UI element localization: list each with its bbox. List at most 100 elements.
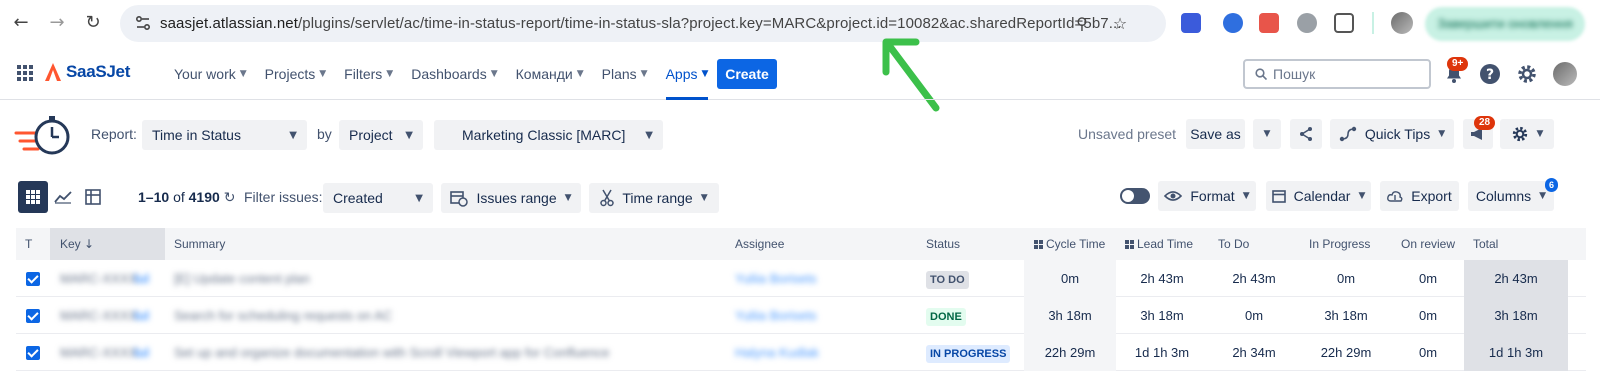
in-progress-cell: 0m — [1336, 271, 1356, 286]
chevron-down-icon: ▼ — [289, 129, 297, 141]
header-total[interactable]: Total — [1473, 228, 1498, 260]
header-assignee[interactable]: Assignee — [735, 228, 784, 260]
issue-link-icon[interactable]: lul — [134, 297, 149, 334]
zoom-search-icon[interactable]: ⚲ — [1072, 14, 1092, 34]
project-value: Marketing Classic [MARC] — [462, 127, 626, 143]
chart-view-button[interactable] — [48, 181, 78, 213]
refresh-icon[interactable]: ↻ — [224, 190, 236, 206]
drag-handle-icon — [1034, 240, 1043, 249]
forward-icon[interactable]: → — [46, 12, 68, 34]
row-checkbox[interactable] — [26, 346, 40, 360]
header-status[interactable]: Status — [926, 228, 960, 260]
sort-arrow-icon: ↓ — [84, 237, 95, 251]
time-range-button[interactable]: Time range ▼ — [589, 183, 719, 213]
address-bar[interactable]: saasjet.atlassian.net/plugins/servlet/ac… — [120, 5, 1166, 42]
nav-filters[interactable]: Filters ▼ — [344, 48, 393, 100]
back-icon[interactable]: ← — [10, 12, 32, 34]
toggle-switch[interactable] — [1120, 188, 1150, 204]
extension-gear-icon[interactable] — [1297, 13, 1317, 33]
issue-key[interactable]: MARC-XXXX — [60, 334, 137, 371]
issue-key[interactable]: MARC-XXXX — [60, 297, 137, 334]
report-toolbar: Report: Time in Status ▼ by Project ▼ Mark… — [0, 101, 1600, 171]
in-progress-cell: 3h 18m — [1324, 308, 1368, 323]
header-key[interactable]: Key ↓ — [50, 228, 165, 260]
report-type-select[interactable]: Time in Status ▼ — [142, 120, 307, 150]
issue-link-icon[interactable]: lul — [134, 334, 149, 371]
row-checkbox[interactable] — [26, 272, 40, 286]
format-button[interactable]: Format ▼ — [1158, 181, 1256, 211]
site-settings-icon[interactable] — [134, 14, 152, 32]
chevron-down-icon: ▼ — [576, 69, 584, 79]
format-label: Format — [1190, 188, 1235, 204]
update-browser-button[interactable]: Завершити оновлення — [1425, 7, 1585, 41]
quick-tips-button[interactable]: Quick Tips ▼ — [1330, 119, 1454, 149]
help-icon[interactable]: ? — [1479, 63, 1501, 85]
extension-check-icon[interactable] — [1223, 13, 1243, 33]
nav-your-work[interactable]: Your work ▼ — [174, 48, 247, 100]
group-by-select[interactable]: Project ▼ — [339, 120, 423, 150]
create-button[interactable]: Create — [717, 59, 777, 89]
extensions-puzzle-icon[interactable] — [1334, 13, 1354, 33]
settings-gear-icon[interactable] — [1516, 63, 1538, 85]
nav-teams[interactable]: Команди ▼ — [516, 48, 584, 100]
header-on-review[interactable]: On review — [1401, 228, 1455, 260]
issues-range-button[interactable]: Issues range ▼ — [441, 183, 581, 213]
header-cycle-time[interactable]: Cycle Time — [1034, 228, 1105, 260]
result-count: 1–10 of 4190 ↻ — [138, 189, 236, 206]
reload-icon[interactable]: ↻ — [82, 12, 104, 34]
url-text[interactable]: saasjet.atlassian.net/plugins/servlet/ac… — [160, 15, 1122, 32]
issue-assignee[interactable]: Yuliia Borisets — [735, 297, 817, 334]
profile-avatar[interactable] — [1391, 12, 1413, 34]
calendar-button[interactable]: Calendar ▼ — [1266, 181, 1371, 211]
row-checkbox[interactable] — [26, 309, 40, 323]
project-select[interactable]: Marketing Classic [MARC] ▼ — [434, 120, 663, 150]
chevron-down-icon: ▼ — [1242, 191, 1250, 201]
pivot-view-button[interactable] — [78, 181, 108, 213]
issue-summary[interactable]: [E] Update content plan — [174, 260, 310, 297]
search-input[interactable]: Пошук — [1243, 59, 1431, 89]
table-row[interactable]: MARC-XXXX lul [E] Update content plan Yu… — [16, 260, 1586, 297]
nav-plans[interactable]: Plans ▼ — [602, 48, 648, 100]
header-lead-time[interactable]: Lead Time — [1125, 228, 1193, 260]
chevron-down-icon: ▼ — [1536, 129, 1544, 139]
header-to-do[interactable]: To Do — [1218, 228, 1249, 260]
bookmark-star-icon[interactable]: ☆ — [1110, 14, 1130, 34]
issue-summary[interactable]: Search for scheduling requests on AC — [174, 297, 392, 334]
report-settings-button[interactable]: ▼ — [1500, 119, 1554, 149]
chevron-down-icon: ▼ — [239, 69, 247, 79]
extension-mail-icon[interactable] — [1259, 13, 1279, 33]
report-label: Report: — [91, 126, 137, 142]
user-avatar[interactable] — [1553, 62, 1577, 86]
grid-view-button[interactable] — [18, 181, 48, 213]
preset-status: Unsaved preset — [1078, 126, 1177, 142]
chevron-down-icon: ▼ — [701, 69, 709, 79]
cloud-upload-icon — [1387, 191, 1403, 202]
issue-summary[interactable]: Set up and organize documentation with S… — [174, 334, 610, 371]
save-options-button[interactable]: ▼ — [1253, 119, 1281, 149]
export-button[interactable]: Export — [1380, 181, 1459, 211]
chevron-down-icon: ▼ — [319, 69, 327, 79]
issue-link-icon[interactable]: lul — [134, 260, 149, 297]
share-button[interactable] — [1290, 119, 1322, 149]
update-browser-label: Завершити оновлення — [1437, 16, 1573, 31]
table-row[interactable]: MARC-XXXX lul Set up and organize docume… — [16, 334, 1586, 371]
header-in-progress[interactable]: In Progress — [1309, 228, 1370, 260]
issue-assignee[interactable]: Yuliia Borisets — [735, 260, 817, 297]
nav-dashboards[interactable]: Dashboards ▼ — [411, 48, 497, 100]
header-type[interactable]: T — [25, 228, 32, 260]
table-row[interactable]: MARC-XXXX lul Search for scheduling requ… — [16, 297, 1586, 334]
time-range-label: Time range — [622, 190, 693, 206]
columns-button[interactable]: Columns ▼ — [1468, 181, 1554, 211]
filter-field-select[interactable]: Created ▼ — [323, 183, 433, 213]
nav-apps[interactable]: Apps ▼ — [665, 48, 709, 100]
site-logo[interactable]: SaaSJet — [44, 62, 130, 82]
app-switcher-icon[interactable] — [16, 64, 34, 82]
extension-calendar-icon[interactable] — [1181, 13, 1201, 33]
chevron-down-icon: ▼ — [1263, 129, 1271, 139]
chevron-down-icon: ▼ — [1539, 191, 1547, 201]
header-summary[interactable]: Summary — [174, 228, 225, 260]
issue-assignee[interactable]: Halyna Kudlak — [735, 334, 819, 371]
save-as-button[interactable]: Save as — [1186, 119, 1245, 149]
nav-projects[interactable]: Projects ▼ — [265, 48, 327, 100]
issue-key[interactable]: MARC-XXXX — [60, 260, 137, 297]
